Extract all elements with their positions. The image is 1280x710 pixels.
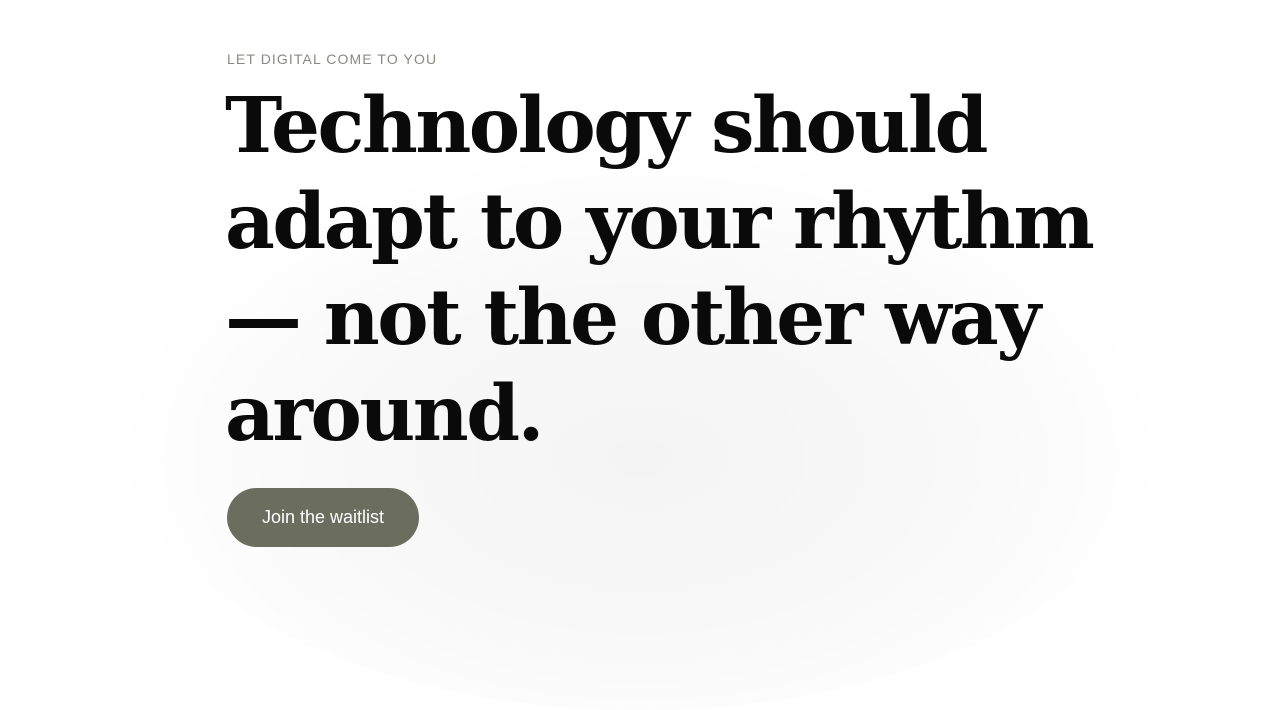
join-waitlist-button[interactable]: Join the waitlist [227, 488, 419, 547]
hero-headline: Technology should adapt to your rhythm —… [225, 81, 1095, 459]
hero-eyebrow: LET DIGITAL COME TO YOU [227, 51, 438, 67]
